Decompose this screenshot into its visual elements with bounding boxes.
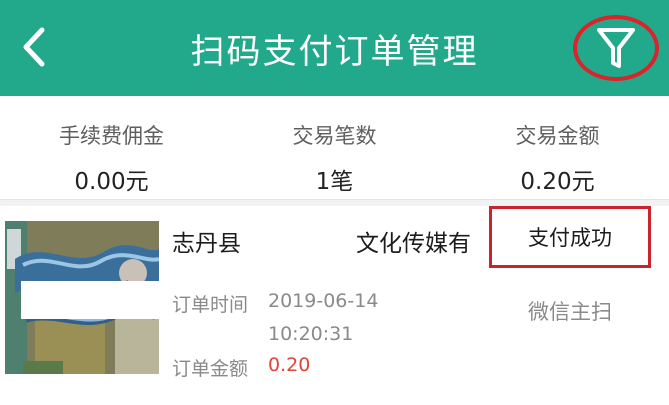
order-amount-value: 0.20	[268, 354, 311, 376]
filter-button[interactable]	[573, 15, 659, 81]
stat-label: 交易笔数	[292, 124, 377, 148]
stat-commission: 手续费佣金 0.00元	[0, 96, 223, 200]
page-title: 扫码支付订单管理	[190, 31, 479, 72]
app-header: 扫码支付订单管理	[0, 0, 669, 96]
stat-label: 手续费佣金	[59, 124, 164, 148]
order-time-clock: 10:20:31	[268, 323, 354, 345]
stat-transaction-amount: 交易金额 0.20元	[446, 96, 669, 200]
status-badge: 支付成功	[489, 206, 651, 268]
stat-value: 0.00元	[74, 169, 149, 195]
order-time-date: 2019-06-14	[268, 290, 379, 312]
order-amount-label: 订单金额	[172, 358, 249, 380]
redaction-box	[21, 281, 159, 319]
order-time-label: 订单时间	[172, 294, 249, 316]
merchant-name: 志丹县	[172, 231, 241, 257]
stat-value: 1笔	[315, 169, 354, 195]
merchant-name-continued: 文化传媒有	[356, 231, 471, 256]
filter-funnel-icon	[597, 28, 635, 68]
merchant-photo	[5, 221, 159, 374]
stat-transaction-count: 交易笔数 1笔	[223, 96, 446, 200]
stat-label: 交易金额	[515, 124, 600, 148]
order-list-item[interactable]: 志丹县 文化传媒有 支付成功 订单时间 2019-06-14 10:20:31 …	[0, 206, 669, 405]
payment-method: 微信主扫	[528, 300, 612, 324]
summary-stats: 手续费佣金 0.00元 交易笔数 1笔 交易金额 0.20元	[0, 96, 669, 200]
stat-value: 0.20元	[520, 169, 595, 195]
